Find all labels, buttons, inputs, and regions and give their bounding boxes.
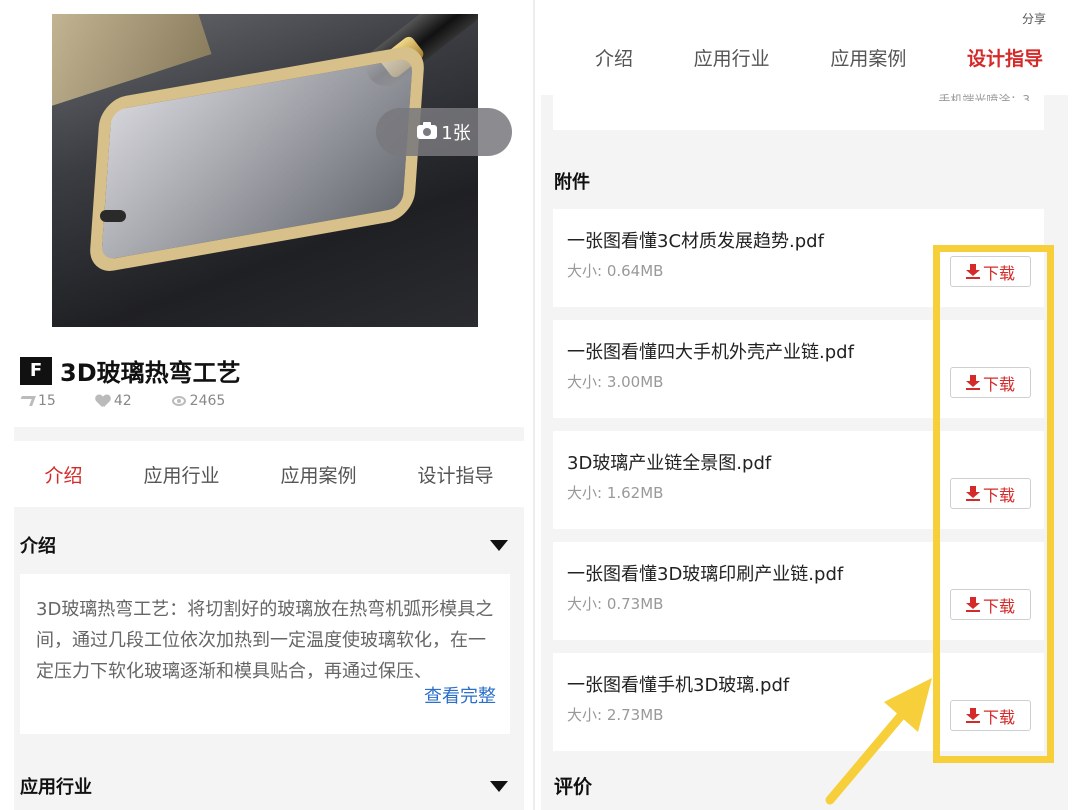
rating-heading: 评价 bbox=[554, 776, 593, 798]
view-stat: 2465 bbox=[171, 393, 226, 409]
collapse-triangle-icon bbox=[490, 539, 508, 551]
tab-design-guide[interactable]: 设计指导 bbox=[417, 461, 493, 488]
title-row: F 3D玻璃热弯工艺 bbox=[20, 353, 241, 388]
photo-counter-text: 1张 bbox=[441, 123, 471, 144]
page-title: 3D玻璃热弯工艺 bbox=[60, 359, 241, 387]
highlight-box bbox=[933, 245, 1054, 763]
file-name[interactable]: 一张图看懂四大手机外壳产业链.pdf bbox=[567, 338, 854, 364]
left-panel: 1张 F 3D玻璃热弯工艺 15 42 2465 介绍 应用行业 应用案例 设计… bbox=[14, 0, 524, 810]
tab-intro[interactable]: 介绍 bbox=[44, 461, 82, 488]
file-name[interactable]: 3D玻璃产业链全景图.pdf bbox=[567, 449, 771, 475]
like-stat[interactable]: 42 bbox=[96, 393, 132, 409]
tab-intro[interactable]: 介绍 bbox=[595, 44, 633, 71]
product-photo[interactable] bbox=[52, 14, 478, 327]
tab-design-guide[interactable]: 设计指导 bbox=[967, 44, 1043, 71]
file-size: 大小: 0.73MB bbox=[567, 595, 664, 613]
view-count: 2465 bbox=[189, 393, 226, 409]
file-size: 大小: 0.64MB bbox=[567, 262, 664, 280]
file-name[interactable]: 一张图看懂3D玻璃印刷产业链.pdf bbox=[567, 560, 843, 586]
stats-row: 15 42 2465 bbox=[18, 393, 226, 409]
file-size: 大小: 1.62MB bbox=[567, 484, 664, 502]
share-stat[interactable]: 15 bbox=[18, 393, 56, 409]
intro-section-title: 介绍 bbox=[20, 536, 56, 557]
annotation-arrow-icon bbox=[825, 678, 932, 805]
share-arrow-icon bbox=[18, 396, 36, 406]
cut-off-card: 手机端光喷涂：3 bbox=[553, 93, 1044, 130]
right-tab-bar: 介绍 应用行业 应用案例 设计指导 bbox=[561, 44, 1051, 71]
product-info: F 3D玻璃热弯工艺 15 42 2465 bbox=[14, 327, 524, 427]
eye-icon bbox=[171, 396, 186, 406]
camera-icon bbox=[417, 122, 438, 139]
panel-divider bbox=[533, 0, 535, 810]
file-size: 大小: 3.00MB bbox=[567, 373, 664, 391]
product-hero: 1张 bbox=[14, 0, 524, 327]
photo-counter-badge[interactable]: 1张 bbox=[376, 108, 512, 156]
tab-cases[interactable]: 应用案例 bbox=[830, 44, 906, 71]
tab-industry[interactable]: 应用行业 bbox=[143, 461, 219, 488]
photo-glass-shape bbox=[88, 42, 426, 276]
photo-glass-hole-shape bbox=[100, 210, 126, 222]
file-size: 大小: 2.73MB bbox=[567, 706, 664, 724]
industry-section-header[interactable]: 应用行业 bbox=[14, 756, 524, 810]
screenshot-stage: 1张 F 3D玻璃热弯工艺 15 42 2465 介绍 应用行业 应用案例 设计… bbox=[0, 0, 1080, 810]
tab-industry[interactable]: 应用行业 bbox=[694, 44, 770, 71]
file-name[interactable]: 一张图看懂手机3D玻璃.pdf bbox=[567, 671, 789, 697]
industry-section-title: 应用行业 bbox=[20, 777, 92, 798]
share-button[interactable]: 分享 bbox=[1022, 10, 1046, 27]
view-full-link[interactable]: 查看完整 bbox=[424, 681, 496, 712]
file-name[interactable]: 一张图看懂3C材质发展趋势.pdf bbox=[567, 227, 824, 253]
heart-icon bbox=[96, 395, 110, 407]
intro-section-header[interactable]: 介绍 bbox=[14, 515, 524, 575]
intro-text: 3D玻璃热弯工艺：将切割好的玻璃放在热弯机弧形模具之间，通过几段工位依次加热到一… bbox=[36, 599, 494, 682]
left-tab-bar: 介绍 应用行业 应用案例 设计指导 bbox=[14, 441, 524, 507]
like-count: 42 bbox=[113, 393, 132, 409]
share-count: 15 bbox=[38, 393, 56, 409]
tab-cases[interactable]: 应用案例 bbox=[280, 461, 356, 488]
right-header: 分享 介绍 应用行业 应用案例 设计指导 bbox=[541, 0, 1068, 95]
collapse-triangle-icon bbox=[490, 780, 508, 792]
intro-card: 3D玻璃热弯工艺：将切割好的玻璃放在热弯机弧形模具之间，通过几段工位依次加热到一… bbox=[20, 574, 510, 734]
cut-off-text: 手机端光喷涂：3 bbox=[938, 93, 1030, 101]
title-badge: F bbox=[20, 356, 52, 385]
attachments-heading: 附件 bbox=[554, 172, 590, 193]
